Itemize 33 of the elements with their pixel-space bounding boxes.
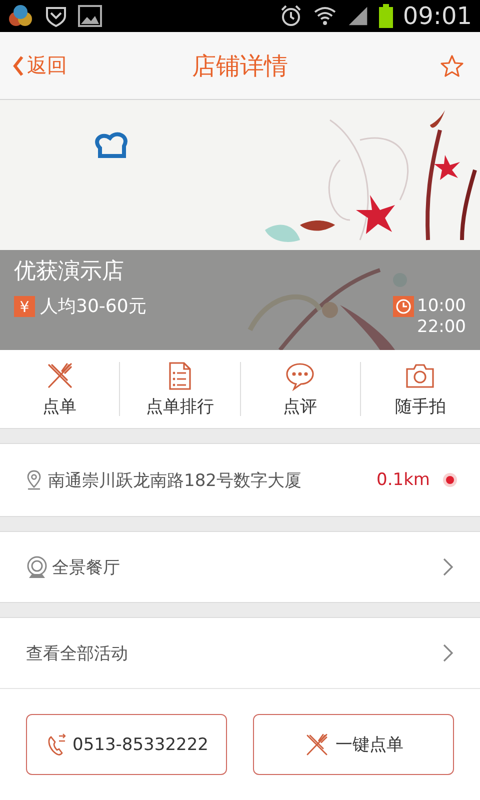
call-button[interactable]: 0513-85332222: [26, 714, 227, 775]
opening-hours: 22:00: [417, 317, 466, 338]
star-icon: [440, 54, 464, 78]
action-button[interactable]: 点单: [0, 360, 120, 418]
clock-icon: [393, 296, 414, 317]
action-button[interactable]: 随手拍: [360, 360, 480, 418]
page-title: 店铺详情: [192, 50, 288, 82]
average-price: 人均30-60元: [40, 296, 146, 317]
signal-icon: [346, 4, 369, 28]
yen-icon: ¥: [14, 296, 35, 317]
battery-icon: [378, 4, 393, 28]
image-icon: [78, 5, 102, 27]
chat-icon: [285, 360, 316, 390]
address-text: 南通崇川跃龙南路182号数字大厦: [48, 470, 302, 492]
order-button[interactable]: 一键点单: [253, 714, 454, 775]
opening-hours: 10:00: [417, 296, 466, 317]
location-dot: [446, 476, 454, 484]
webcam-icon: [26, 556, 48, 578]
location-pin-icon: [26, 470, 42, 490]
alarm-icon: [278, 4, 303, 28]
list-row[interactable]: 全景餐厅: [0, 531, 480, 603]
action-button[interactable]: 点单排行: [120, 360, 240, 418]
app-icon: [8, 5, 34, 27]
shop-name: 优获演示店: [14, 258, 124, 286]
list-row[interactable]: 查看全部活动: [0, 617, 480, 689]
action-button[interactable]: 点评: [240, 360, 360, 418]
shield-icon: [44, 4, 68, 28]
chevron-right-icon: [442, 557, 454, 577]
chevron-right-icon: [442, 643, 454, 663]
status-time: 09:01: [402, 2, 472, 30]
distance: 0.1km: [376, 470, 430, 490]
chevron-left-icon: [12, 54, 25, 76]
wifi-icon: [312, 4, 337, 28]
